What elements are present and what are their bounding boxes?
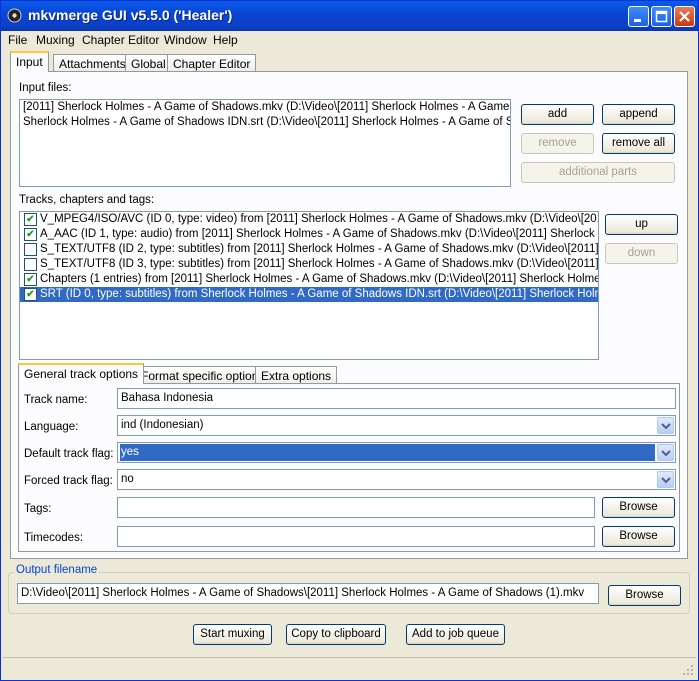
track-up-button[interactable]: up [605,214,678,235]
maximize-icon [655,10,668,23]
list-item[interactable]: Sherlock Holmes - A Game of Shadows IDN.… [20,115,510,130]
start-muxing-button[interactable]: Start muxing [193,624,272,645]
general-options-panel: Track name: Bahasa Indonesia Language: i… [18,383,680,552]
track-row[interactable]: ✔ A_AAC (ID 1, type: audio) from [2011] S… [20,227,598,242]
app-icon [7,8,22,23]
chevron-down-icon[interactable] [657,444,674,461]
close-icon [679,11,690,22]
tab-general-track-options[interactable]: General track options [18,363,145,384]
track-row[interactable]: S_TEXT/UTF8 (ID 3, type: subtitles) from… [20,257,598,272]
menu-window[interactable]: Window [164,33,207,47]
copy-to-clipboard-button[interactable]: Copy to clipboard [286,624,386,645]
tracks-label: Tracks, chapters and tags: [19,194,155,206]
forced-track-flag-select[interactable]: no [117,469,676,490]
remove-button[interactable]: remove [521,133,594,154]
title-bar[interactable]: mkvmerge GUI v5.5.0 ('Healer') [1,1,698,31]
forced-track-flag-label: Forced track flag: [24,475,113,487]
maximize-button[interactable] [651,6,672,27]
timecodes-field[interactable] [117,526,595,547]
chevron-down-icon[interactable] [657,471,674,488]
chevron-down-icon[interactable] [657,417,674,434]
additional-parts-button[interactable]: additional parts [521,162,675,183]
tab-input[interactable]: Input [10,51,49,72]
tags-field[interactable] [117,497,595,518]
timecodes-label: Timecodes: [24,532,84,544]
remove-all-button[interactable]: remove all [602,133,675,154]
track-name-field[interactable]: Bahasa Indonesia [117,388,676,409]
track-checkbox[interactable] [24,258,37,271]
default-track-flag-select[interactable]: yes [117,442,676,463]
timecodes-browse-button[interactable]: Browse [602,526,675,547]
add-to-job-queue-button[interactable]: Add to job queue [406,624,505,645]
track-down-button[interactable]: down [605,243,678,264]
close-button[interactable] [674,6,695,27]
track-row-selected[interactable]: ✔ SRT (ID 0, type: subtitles) from Sherlo… [20,287,598,302]
default-track-flag-label: Default track flag: [24,448,114,460]
input-files-label: Input files: [19,82,72,94]
menu-help[interactable]: Help [213,33,238,47]
append-button[interactable]: append [602,104,675,125]
window-title: mkvmerge GUI v5.5.0 ('Healer') [28,7,233,23]
list-item[interactable]: [2011] Sherlock Holmes - A Game of Shado… [20,100,510,115]
tags-label: Tags: [24,503,52,515]
main-window: mkvmerge GUI v5.5.0 ('Healer') File Muxi… [0,0,699,681]
output-filename-label: Output filename [14,564,100,576]
add-button[interactable]: add [521,104,594,125]
track-row[interactable]: S_TEXT/UTF8 (ID 2, type: subtitles) from… [20,242,598,257]
track-row[interactable]: ✔ Chapters (1 entries) from [2011] Sherlo… [20,272,598,287]
track-checkbox[interactable]: ✔ [24,288,37,301]
output-browse-button[interactable]: Browse [608,585,681,606]
tags-browse-button[interactable]: Browse [602,497,675,518]
track-checkbox[interactable]: ✔ [24,228,37,241]
track-checkbox[interactable]: ✔ [24,213,37,226]
minimize-button[interactable] [628,6,649,27]
track-checkbox[interactable]: ✔ [24,273,37,286]
track-row[interactable]: ✔ V_MPEG4/ISO/AVC (ID 0, type: video) fro… [20,212,598,227]
tracks-list[interactable]: ✔ V_MPEG4/ISO/AVC (ID 0, type: video) fro… [19,211,599,360]
menu-bar: File Muxing Chapter Editor Window Help [1,31,698,50]
menu-file[interactable]: File [8,33,27,47]
menu-chapter-editor[interactable]: Chapter Editor [82,33,159,47]
status-bar [3,657,696,678]
input-files-list[interactable]: [2011] Sherlock Holmes - A Game of Shado… [19,99,511,187]
track-name-label: Track name: [24,394,88,406]
input-tab-panel: Input files: [2011] Sherlock Holmes - A … [10,71,688,559]
language-label: Language: [24,421,79,433]
language-select[interactable]: ind (Indonesian) [117,415,676,436]
minimize-icon [634,19,641,22]
output-filename-field[interactable]: D:\Video\[2011] Sherlock Holmes - A Game… [17,583,599,604]
menu-muxing[interactable]: Muxing [36,33,75,47]
track-checkbox[interactable] [24,243,37,256]
resize-grip-icon[interactable] [682,664,694,676]
